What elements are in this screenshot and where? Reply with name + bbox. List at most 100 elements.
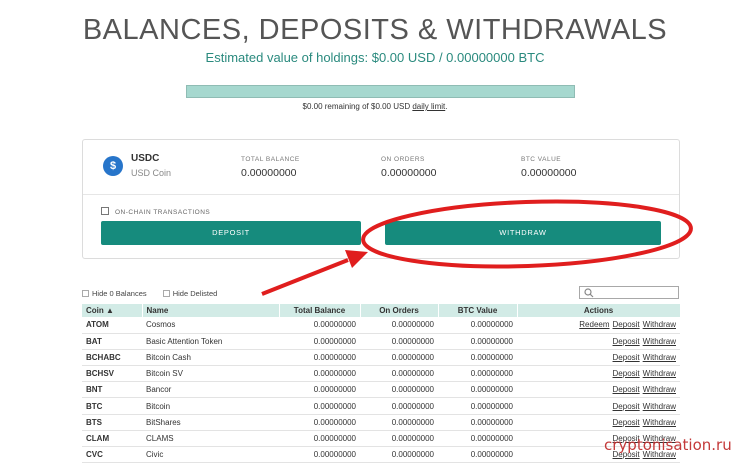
coin-card-header: $ USDC USD Coin TOTAL BALANCE 0.00000000… xyxy=(83,140,679,195)
withdraw-link[interactable]: Withdraw xyxy=(643,337,676,346)
deposit-button[interactable]: DEPOSIT xyxy=(101,221,361,245)
daily-limit-bar xyxy=(186,85,575,98)
name-cell: Bitcoin SV xyxy=(142,365,279,383)
watermark: cryptonisation.ru xyxy=(604,436,732,454)
total-balance-cell: 0.00000000 xyxy=(279,365,360,383)
deposit-link[interactable]: Deposit xyxy=(613,353,640,362)
on-orders-cell: 0.00000000 xyxy=(360,365,438,383)
hide-delisted-checkbox[interactable]: Hide Delisted xyxy=(162,289,218,298)
btc-value-cell: 0.00000000 xyxy=(438,333,517,350)
total-balance-cell: 0.00000000 xyxy=(279,446,360,463)
deposit-link[interactable]: Deposit xyxy=(613,320,640,329)
actions-cell: Deposit Withdraw xyxy=(517,349,680,367)
total-balance-cell: 0.00000000 xyxy=(279,430,360,448)
name-cell: Civic xyxy=(142,446,279,463)
btc-value-cell: 0.00000000 xyxy=(438,349,517,367)
withdraw-link[interactable]: Withdraw xyxy=(643,320,676,329)
name-cell: Bitcoin Cash xyxy=(142,349,279,367)
btc-value-cell: 0.00000000 xyxy=(438,397,517,415)
limit-prefix: $0.00 remaining of $0.00 USD xyxy=(302,102,413,111)
total-balance-label: TOTAL BALANCE xyxy=(241,156,300,163)
coin-detail-card: $ USDC USD Coin TOTAL BALANCE 0.00000000… xyxy=(82,139,680,259)
coin-cell: BNT xyxy=(82,381,142,399)
table-header-row: Coin ▲ Name Total Balance On Orders BTC … xyxy=(82,304,681,317)
on-orders-cell: 0.00000000 xyxy=(360,414,438,431)
name-cell: BitShares xyxy=(142,414,279,431)
search-icon xyxy=(584,288,594,298)
estimated-holdings: Estimated value of holdings: $0.00 USD /… xyxy=(205,50,545,65)
hide-zero-balances-checkbox[interactable]: Hide 0 Balances xyxy=(82,289,147,298)
total-balance-stat: TOTAL BALANCE 0.00000000 xyxy=(241,156,300,179)
withdraw-link[interactable]: Withdraw xyxy=(643,418,676,427)
actions-column-header: Actions xyxy=(517,304,681,317)
total-balance-cell: 0.00000000 xyxy=(279,333,360,350)
coin-column-header[interactable]: Coin ▲ xyxy=(82,304,143,317)
on-orders-column-header[interactable]: On Orders xyxy=(360,304,439,317)
btc-value-cell: 0.00000000 xyxy=(438,365,517,383)
table-row: CLAM CLAMS 0.00000000 0.00000000 0.00000000 D… xyxy=(82,430,680,448)
coin-cell: ATOM xyxy=(82,317,142,334)
table-row: BTC Bitcoin 0.00000000 0.00000000 0.00000000… xyxy=(82,397,680,415)
table-row: BCHABC Bitcoin Cash 0.00000000 0.00000000 0.… xyxy=(82,349,680,367)
btc-value-column-header[interactable]: BTC Value xyxy=(438,304,518,317)
hide-delisted-label: Hide Delisted xyxy=(172,289,218,298)
copy-icon xyxy=(101,207,109,215)
deposit-link[interactable]: Deposit xyxy=(613,418,640,427)
balances-table: Coin ▲ Name Total Balance On Orders BTC … xyxy=(82,304,681,463)
table-row: BAT Basic Attention Token 0.00000000 0.0000… xyxy=(82,333,680,350)
on-orders-stat: ON ORDERS 0.00000000 xyxy=(381,156,436,179)
actions-cell: Deposit Withdraw xyxy=(517,333,680,350)
table-body: ATOM Cosmos 0.00000000 0.00000000 0.00000000… xyxy=(82,317,680,463)
btc-value-cell: 0.00000000 xyxy=(438,414,517,431)
search-input[interactable] xyxy=(579,286,679,299)
total-balance-column-header[interactable]: Total Balance xyxy=(279,304,361,317)
name-cell: CLAMS xyxy=(142,430,279,448)
coin-cell: BAT xyxy=(82,333,142,350)
withdraw-link[interactable]: Withdraw xyxy=(643,369,676,378)
name-column-header[interactable]: Name xyxy=(142,304,280,317)
name-cell: Basic Attention Token xyxy=(142,333,279,350)
redeem-link[interactable]: Redeem xyxy=(579,320,609,329)
total-balance-cell: 0.00000000 xyxy=(279,414,360,431)
actions-cell: Deposit Withdraw xyxy=(517,381,680,399)
withdraw-link[interactable]: Withdraw xyxy=(643,385,676,394)
withdraw-link[interactable]: Withdraw xyxy=(643,353,676,362)
btc-value-cell: 0.00000000 xyxy=(438,381,517,399)
total-balance-cell: 0.00000000 xyxy=(279,349,360,367)
balance-filters: Hide 0 Balances Hide Delisted xyxy=(82,289,231,298)
checkbox-box[interactable] xyxy=(82,290,89,297)
coin-symbol: USDC xyxy=(131,153,160,164)
coin-cell: CLAM xyxy=(82,430,142,448)
withdraw-link[interactable]: Withdraw xyxy=(643,402,676,411)
total-balance-cell: 0.00000000 xyxy=(279,317,360,334)
on-orders-cell: 0.00000000 xyxy=(360,397,438,415)
btc-value-cell: 0.00000000 xyxy=(438,446,517,463)
on-orders-value: 0.00000000 xyxy=(381,167,437,179)
btc-value-cell: 0.00000000 xyxy=(438,317,517,334)
limit-suffix: . xyxy=(445,102,448,111)
deposit-link[interactable]: Deposit xyxy=(613,385,640,394)
withdraw-button[interactable]: WITHDRAW xyxy=(385,221,661,245)
pointer-arrow xyxy=(261,258,349,296)
on-orders-cell: 0.00000000 xyxy=(360,349,438,367)
deposit-link[interactable]: Deposit xyxy=(613,369,640,378)
on-orders-cell: 0.00000000 xyxy=(360,333,438,350)
deposit-link[interactable]: Deposit xyxy=(613,337,640,346)
onchain-transactions: ON-CHAIN TRANSACTIONS xyxy=(101,207,210,216)
on-orders-cell: 0.00000000 xyxy=(360,446,438,463)
table-row: BTS BitShares 0.00000000 0.00000000 0.000000… xyxy=(82,414,680,431)
actions-cell: Deposit Withdraw xyxy=(517,397,680,415)
coin-name: USD Coin xyxy=(131,168,172,178)
daily-limit-link[interactable]: daily limit xyxy=(412,102,445,111)
on-orders-cell: 0.00000000 xyxy=(360,381,438,399)
btc-value-stat: BTC VALUE 0.00000000 xyxy=(521,156,576,179)
table-row: CVC Civic 0.00000000 0.00000000 0.00000000 De… xyxy=(82,446,680,463)
total-balance-cell: 0.00000000 xyxy=(279,397,360,415)
table-row: ATOM Cosmos 0.00000000 0.00000000 0.00000000… xyxy=(82,317,680,334)
deposit-link[interactable]: Deposit xyxy=(613,402,640,411)
checkbox-box[interactable] xyxy=(162,290,170,297)
actions-cell: Deposit Withdraw xyxy=(517,365,680,383)
coin-cell: CVC xyxy=(82,446,142,463)
coin-cell: BCHABC xyxy=(82,349,142,367)
usdc-coin-icon: $ xyxy=(103,156,123,176)
